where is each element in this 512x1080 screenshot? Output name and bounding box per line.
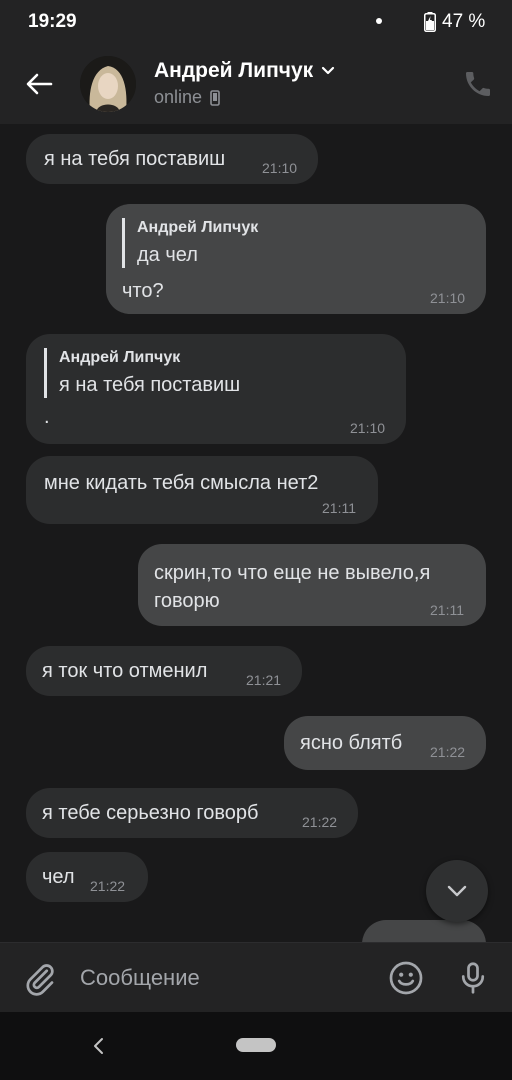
avatar-image <box>80 56 136 112</box>
system-nav-bar <box>0 1012 512 1080</box>
message-text: я на тебя поставиш <box>44 148 226 170</box>
message-time: 21:21 <box>246 672 282 688</box>
contact-name-button[interactable]: Андрей Липчук <box>154 59 335 83</box>
message-outgoing-partial[interactable] <box>362 920 486 942</box>
message-time: 21:10 <box>430 290 466 306</box>
message-time: 21:10 <box>350 420 386 436</box>
chevron-down-icon <box>322 66 335 75</box>
message-text-line: скрин,то что еще не вывело,я <box>154 562 431 584</box>
chat-header: Андрей Липчук online <box>0 44 512 124</box>
message-list[interactable]: я на тебя поставиш 21:10 Андрей Липчук д… <box>0 124 512 942</box>
reply-author: Андрей Липчук <box>137 219 259 236</box>
message-time: 21:22 <box>302 814 338 830</box>
message-incoming[interactable]: мне кидать тебя смысла нет2 21:11 <box>26 456 378 524</box>
message-outgoing[interactable]: скрин,то что еще не вывело,я говорю 21:1… <box>138 544 486 626</box>
chevron-down-icon <box>447 885 467 897</box>
message-outgoing[interactable]: ясно блятб 21:22 <box>284 716 486 770</box>
message-time: 21:10 <box>262 160 298 176</box>
contact-status: online <box>154 87 220 108</box>
message-text: ясно блятб <box>300 732 403 754</box>
reply-quote[interactable]: Андрей Липчук да чел <box>122 218 258 268</box>
microphone-icon[interactable] <box>455 960 491 996</box>
message-text: чел <box>42 866 75 888</box>
message-time: 21:22 <box>430 744 466 760</box>
smile-icon[interactable] <box>388 960 424 996</box>
message-text: я тебе серьезно говорб <box>42 802 259 824</box>
message-incoming[interactable]: чел 21:22 <box>26 852 148 902</box>
reply-author: Андрей Липчук <box>59 349 181 366</box>
online-status: online <box>154 87 203 107</box>
notification-dot <box>376 18 382 24</box>
nav-back-icon[interactable] <box>88 1034 110 1058</box>
avatar[interactable] <box>80 56 136 112</box>
status-bar: 19:29 47 % <box>0 0 512 44</box>
message-incoming[interactable]: я тебе серьезно говорб 21:22 <box>26 788 358 838</box>
scroll-down-button[interactable] <box>426 860 488 922</box>
message-incoming[interactable]: я ток что отменил 21:21 <box>26 646 302 696</box>
message-incoming[interactable]: Андрей Липчук я на тебя поставиш . 21:10 <box>26 334 406 444</box>
reply-text: я на тебя поставиш <box>59 374 241 396</box>
message-text: я ток что отменил <box>42 660 208 682</box>
paperclip-icon[interactable] <box>22 961 58 997</box>
message-time: 21:11 <box>430 602 464 618</box>
reply-text: да чел <box>137 244 198 266</box>
battery-percent: 47 % <box>442 11 486 32</box>
message-text: что? <box>122 280 164 302</box>
message-text: мне кидать тебя смысла нет2 <box>44 472 319 494</box>
phone-icon[interactable] <box>462 68 494 100</box>
arrow-left-icon <box>26 73 53 95</box>
message-composer <box>0 942 512 1013</box>
status-time: 19:29 <box>28 11 77 32</box>
back-button[interactable] <box>18 64 60 104</box>
contact-name: Андрей Липчук <box>154 59 314 82</box>
mobile-device-icon <box>210 89 220 106</box>
message-time: 21:11 <box>322 500 356 516</box>
message-incoming[interactable]: я на тебя поставиш 21:10 <box>26 134 318 184</box>
message-text-line: говорю <box>154 590 220 612</box>
message-input[interactable] <box>80 957 370 999</box>
message-outgoing[interactable]: Андрей Липчук да чел что? 21:10 <box>106 204 486 314</box>
home-pill[interactable] <box>236 1038 276 1052</box>
message-time: 21:22 <box>90 878 126 894</box>
battery-icon <box>424 12 436 32</box>
message-text: . <box>44 406 50 428</box>
reply-quote[interactable]: Андрей Липчук я на тебя поставиш <box>44 348 240 398</box>
